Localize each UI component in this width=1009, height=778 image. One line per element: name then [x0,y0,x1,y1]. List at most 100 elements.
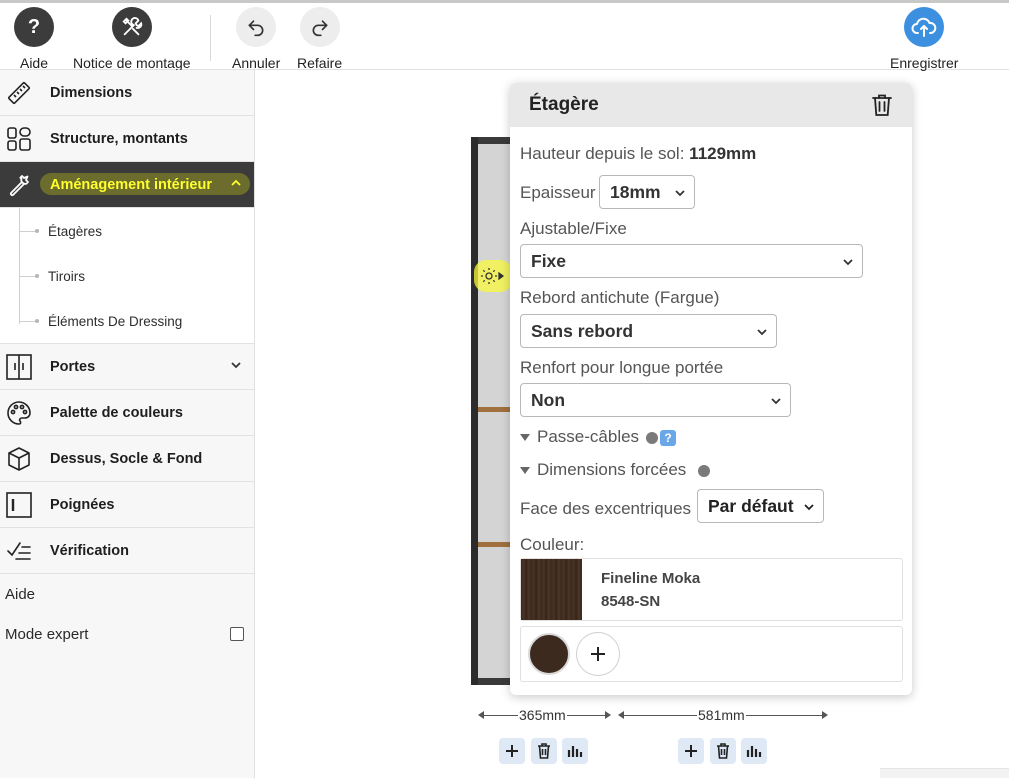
sidebar-item-label: Structure, montants [50,130,188,147]
cloud-upload-icon [904,7,945,47]
sidebar-item-top-base-back[interactable]: Dessus, Socle & Fond [0,436,254,482]
chevron-down-icon [804,504,814,511]
cube-icon [5,445,33,473]
chevron-down-icon [843,259,853,266]
arrow-right-icon [605,711,611,719]
height-value: 1129mm [689,144,757,163]
add-color-button[interactable] [576,632,620,676]
info-dot-icon [646,431,659,444]
trash-icon [538,743,550,759]
selected-color-card[interactable]: Fineline Moka 8548-SN [520,558,903,621]
dimension-right: 581mm [697,707,746,723]
reinforce-label: Renfort pour longue portée [520,358,724,377]
stats-button[interactable] [741,738,767,764]
shelf-settings-button[interactable] [474,260,512,292]
panel-header: Étagère [510,83,912,127]
add-button[interactable] [678,738,704,764]
thickness-label: Epaisseur [520,183,596,202]
delete-button[interactable] [710,738,736,764]
toolbar-separator [210,15,211,61]
sidebar-item-palette[interactable]: Palette de couleurs [0,390,254,436]
submenu-item-drawers[interactable]: Tiroirs [19,266,85,286]
bar-chart-icon [746,746,762,757]
help-badge[interactable]: ? [660,429,677,446]
cabinet-side-post [471,137,478,685]
tools-icon [111,7,152,47]
sidebar-item-handles[interactable]: Poignées [0,482,254,528]
sidebar-item-doors[interactable]: Portes [0,344,254,390]
ruler-icon [5,79,33,107]
triangle-down-icon [520,467,530,475]
info-dot-icon [698,464,711,477]
sidebar-item-label: Dessus, Socle & Fond [50,450,203,467]
trash-icon [872,94,892,116]
bottom-toolbar-fragment [880,768,1009,778]
ledge-select[interactable]: Sans rebord [520,314,777,348]
sidebar-item-structure[interactable]: Structure, montants [0,116,254,162]
color-options-row [520,626,903,682]
chevron-down-icon [757,329,767,336]
sidebar-item-label: Dimensions [50,84,133,101]
adjustable-label: Ajustable/Fixe [520,219,627,238]
thickness-select[interactable]: 18mm [599,175,695,209]
chevron-down-icon [231,362,241,369]
sidebar-item-verification[interactable]: Vérification [0,528,254,574]
plus-icon [591,647,605,661]
save-button[interactable]: Enregistrer [890,7,958,71]
plus-icon [685,745,697,757]
color-code: 8548-SN [601,593,661,610]
redo-label: Refaire [297,55,343,71]
add-button[interactable] [499,738,525,764]
sidebar-item-label: Aménagement intérieur [50,176,212,193]
dimension-bar: 365mm 581mm [478,705,830,725]
check-list-icon [5,537,33,565]
plus-icon [506,745,518,757]
help-button[interactable]: ? Aide [14,7,54,71]
sidebar-item-label: Palette de couleurs [50,404,183,421]
gear-icon [481,268,505,284]
submenu-item-dressing[interactable]: Éléments De Dressing [19,311,182,331]
delete-shelf-button[interactable] [870,93,894,117]
color-option[interactable] [528,633,570,675]
save-label: Enregistrer [890,55,959,71]
sidebar-item-label: Portes [50,358,96,375]
face-label: Face des excentriques [520,499,692,518]
arrow-right-icon [822,711,828,719]
sidebar: Dimensions Structure, montants Aménageme… [0,70,255,778]
expert-mode-checkbox[interactable] [230,627,244,641]
layout-icon [5,125,33,153]
stats-button[interactable] [562,738,588,764]
color-swatch [521,559,582,620]
sidebar-item-dimensions[interactable]: Dimensions [0,70,254,116]
trash-icon [717,743,729,759]
submenu-item-shelves[interactable]: Étagères [19,221,102,241]
bar-chart-icon [567,746,583,757]
undo-label: Annuler [232,55,281,71]
face-select[interactable]: Par défaut [697,489,824,523]
chevron-down-icon [675,190,685,197]
shelf-properties-panel: Étagère Hauteur depuis le sol: 1129mm Ep… [510,83,912,695]
undo-icon [236,7,277,47]
reinforce-select[interactable]: Non [520,383,791,417]
submenu: Étagères Tiroirs Éléments De Dressing [0,208,254,344]
sidebar-item-interior[interactable]: Aménagement intérieur [0,162,254,208]
sidebar-item-label: Vérification [50,542,129,559]
sidebar-item-label: Poignées [50,496,115,513]
delete-button[interactable] [531,738,557,764]
handle-icon [5,491,33,519]
forced-dimensions-toggle[interactable]: Dimensions forcées [520,460,711,480]
redo-icon [299,7,340,47]
sidebar-help-link[interactable]: Aide [0,574,254,614]
redo-button[interactable]: Refaire [297,7,342,71]
expert-mode-row: Mode expert [0,614,254,654]
manual-label: Notice de montage [73,55,191,71]
help-label: Aide [19,55,49,71]
triangle-down-icon [520,434,530,442]
toolbar: ? Aide Notice de montage Annuler Refaire… [0,0,1009,71]
manual-button[interactable]: Notice de montage [73,7,191,71]
palette-icon [5,399,33,427]
undo-button[interactable]: Annuler [232,7,280,71]
question-icon: ? [14,7,54,47]
cable-pass-toggle[interactable]: Passe-câbles? [520,427,677,447]
adjustable-select[interactable]: Fixe [520,244,863,278]
